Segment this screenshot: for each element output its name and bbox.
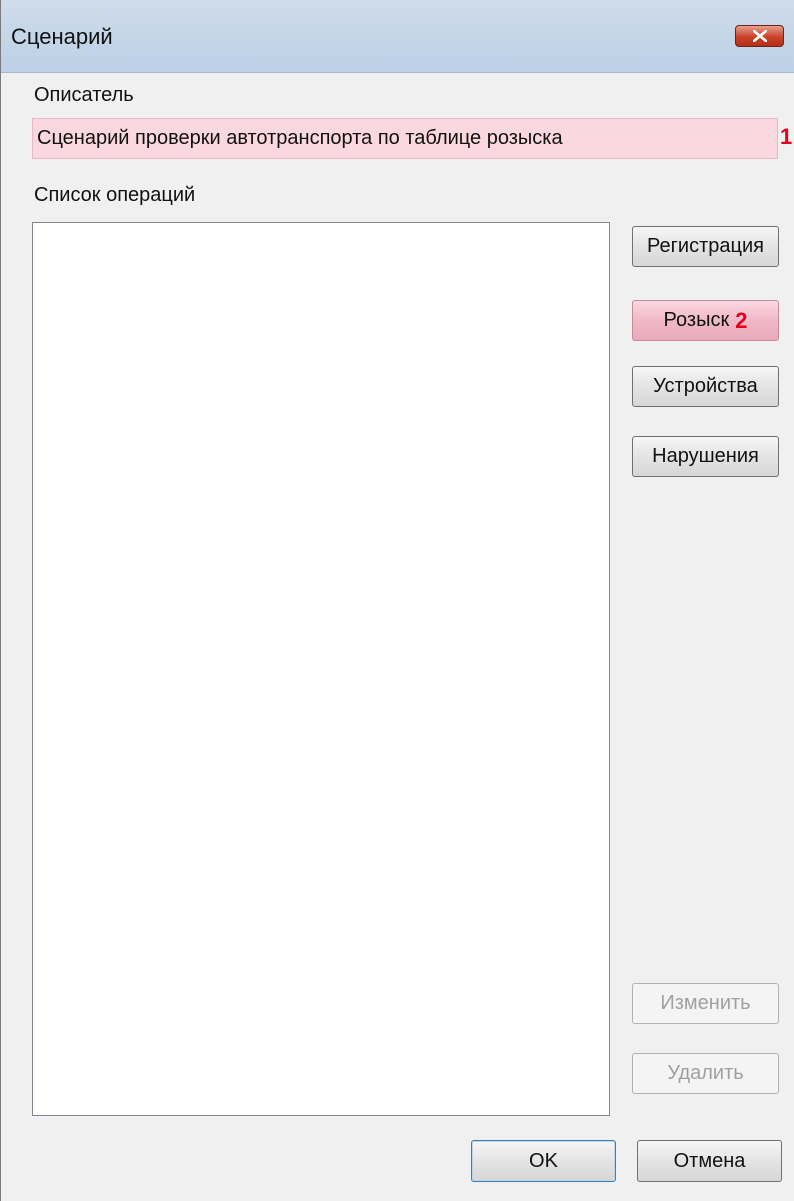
close-icon [753, 30, 767, 42]
operations-list[interactable] [32, 222, 610, 1116]
descriptor-field[interactable] [32, 118, 778, 159]
window-title: Сценарий [11, 24, 113, 49]
delete-button[interactable]: Удалить [632, 1053, 779, 1094]
edit-button[interactable]: Изменить [632, 983, 779, 1024]
edit-button-label: Изменить [660, 992, 751, 1014]
violations-button-label: Нарушения [652, 445, 759, 467]
devices-button[interactable]: Устройства [632, 366, 779, 407]
violations-button[interactable]: Нарушения [632, 436, 779, 477]
title-bar[interactable]: Сценарий [1, 0, 794, 73]
devices-button-label: Устройства [653, 375, 758, 397]
cancel-button-label: Отмена [673, 1149, 746, 1172]
cancel-button[interactable]: Отмена [637, 1140, 782, 1182]
descriptor-label: Описатель [34, 84, 134, 106]
search-button-label: Розыск [663, 309, 730, 331]
close-button[interactable] [735, 25, 784, 47]
annotation-marker-2: 2 [735, 307, 748, 333]
registration-button-label: Регистрация [647, 235, 764, 257]
scenario-dialog: Сценарий Описатель 1 Список операций Рег… [0, 0, 794, 1201]
registration-button[interactable]: Регистрация [632, 226, 779, 267]
delete-button-label: Удалить [667, 1062, 744, 1084]
ok-button[interactable]: OK [471, 1140, 616, 1182]
annotation-marker-1: 1 [780, 124, 793, 149]
ok-button-label: OK [529, 1149, 558, 1172]
search-button[interactable]: Розыск 2 [632, 300, 779, 341]
descriptor-input[interactable] [33, 119, 777, 158]
operations-label: Список операций [34, 184, 196, 206]
